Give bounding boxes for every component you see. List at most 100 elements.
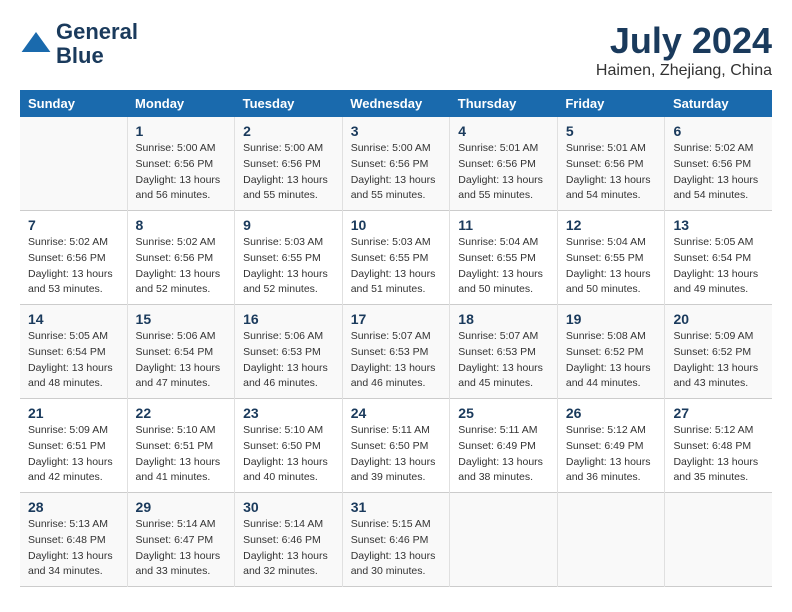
- day-number: 7: [28, 217, 119, 233]
- day-info: Sunrise: 5:04 AMSunset: 6:55 PMDaylight:…: [458, 235, 549, 298]
- logo: General Blue: [20, 20, 138, 68]
- day-info: Sunrise: 5:06 AMSunset: 6:53 PMDaylight:…: [243, 329, 334, 392]
- calendar-cell: 17 Sunrise: 5:07 AMSunset: 6:53 PMDayligh…: [342, 305, 450, 399]
- logo-line1: General: [56, 20, 138, 44]
- calendar-body: 1 Sunrise: 5:00 AMSunset: 6:56 PMDaylight…: [20, 117, 772, 587]
- calendar-cell: 16Sunrise: 5:06 AMSunset: 6:53 PMDayligh…: [235, 305, 343, 399]
- day-info: Sunrise: 5:06 AMSunset: 6:54 PMDaylight:…: [136, 329, 227, 392]
- day-info: Sunrise: 5:07 AMSunset: 6:53 PMDaylight:…: [351, 329, 442, 392]
- calendar-cell: 4 Sunrise: 5:01 AMSunset: 6:56 PMDaylight…: [450, 117, 558, 211]
- day-number: 10: [351, 217, 442, 233]
- day-info: Sunrise: 5:13 AMSunset: 6:48 PMDaylight:…: [28, 517, 119, 580]
- day-number: 1: [136, 123, 227, 139]
- day-number: 24: [351, 405, 442, 421]
- calendar-cell: 21 Sunrise: 5:09 AMSunset: 6:51 PMDayligh…: [20, 399, 127, 493]
- day-number: 12: [566, 217, 657, 233]
- calendar-cell: [665, 493, 772, 587]
- title-block: July 2024 Haimen, Zhejiang, China: [596, 20, 772, 80]
- calendar-cell: 11Sunrise: 5:04 AMSunset: 6:55 PMDayligh…: [450, 211, 558, 305]
- day-number: 17: [351, 311, 442, 327]
- logo-line2: Blue: [56, 44, 138, 68]
- calendar-cell: 3 Sunrise: 5:00 AMSunset: 6:56 PMDaylight…: [342, 117, 450, 211]
- calendar-cell: 8Sunrise: 5:02 AMSunset: 6:56 PMDaylight…: [127, 211, 235, 305]
- header-day: Wednesday: [342, 90, 450, 117]
- header-day: Saturday: [665, 90, 772, 117]
- day-info: Sunrise: 5:01 AMSunset: 6:56 PMDaylight:…: [458, 141, 549, 204]
- day-info: Sunrise: 5:11 AMSunset: 6:50 PMDaylight:…: [351, 423, 442, 486]
- day-info: Sunrise: 5:14 AMSunset: 6:47 PMDaylight:…: [136, 517, 227, 580]
- main-title: July 2024: [596, 20, 772, 62]
- calendar-cell: 6 Sunrise: 5:02 AMSunset: 6:56 PMDaylight…: [665, 117, 772, 211]
- day-number: 18: [458, 311, 549, 327]
- day-number: 30: [243, 499, 334, 515]
- day-number: 13: [673, 217, 764, 233]
- calendar-cell: 29 Sunrise: 5:14 AMSunset: 6:47 PMDayligh…: [127, 493, 235, 587]
- day-info: Sunrise: 5:10 AMSunset: 6:50 PMDaylight:…: [243, 423, 334, 486]
- day-info: Sunrise: 5:00 AMSunset: 6:56 PMDaylight:…: [351, 141, 442, 204]
- calendar-cell: 19Sunrise: 5:08 AMSunset: 6:52 PMDayligh…: [557, 305, 665, 399]
- header-day: Friday: [557, 90, 665, 117]
- calendar-cell: [557, 493, 665, 587]
- day-info: Sunrise: 5:12 AMSunset: 6:48 PMDaylight:…: [673, 423, 764, 486]
- calendar-cell: 13 Sunrise: 5:05 AMSunset: 6:54 PMDayligh…: [665, 211, 772, 305]
- day-number: 5: [566, 123, 657, 139]
- calendar-cell: 15 Sunrise: 5:06 AMSunset: 6:54 PMDayligh…: [127, 305, 235, 399]
- day-number: 25: [458, 405, 549, 421]
- day-number: 6: [673, 123, 764, 139]
- calendar-cell: 7 Sunrise: 5:02 AMSunset: 6:56 PMDaylight…: [20, 211, 127, 305]
- logo-text: General Blue: [56, 20, 138, 68]
- calendar-cell: 10 Sunrise: 5:03 AMSunset: 6:55 PMDayligh…: [342, 211, 450, 305]
- day-info: Sunrise: 5:09 AMSunset: 6:52 PMDaylight:…: [673, 329, 764, 392]
- header-day: Thursday: [450, 90, 558, 117]
- day-info: Sunrise: 5:14 AMSunset: 6:46 PMDaylight:…: [243, 517, 334, 580]
- calendar-week-row: 1 Sunrise: 5:00 AMSunset: 6:56 PMDaylight…: [20, 117, 772, 211]
- day-number: 8: [136, 217, 227, 233]
- calendar-week-row: 21 Sunrise: 5:09 AMSunset: 6:51 PMDayligh…: [20, 399, 772, 493]
- header-row: SundayMondayTuesdayWednesdayThursdayFrid…: [20, 90, 772, 117]
- day-info: Sunrise: 5:01 AMSunset: 6:56 PMDaylight:…: [566, 141, 657, 204]
- day-number: 4: [458, 123, 549, 139]
- calendar-cell: 2Sunrise: 5:00 AMSunset: 6:56 PMDaylight…: [235, 117, 343, 211]
- day-info: Sunrise: 5:00 AMSunset: 6:56 PMDaylight:…: [136, 141, 227, 204]
- day-info: Sunrise: 5:02 AMSunset: 6:56 PMDaylight:…: [28, 235, 119, 298]
- day-info: Sunrise: 5:07 AMSunset: 6:53 PMDaylight:…: [458, 329, 549, 392]
- day-info: Sunrise: 5:12 AMSunset: 6:49 PMDaylight:…: [566, 423, 657, 486]
- day-info: Sunrise: 5:03 AMSunset: 6:55 PMDaylight:…: [243, 235, 334, 298]
- day-info: Sunrise: 5:05 AMSunset: 6:54 PMDaylight:…: [673, 235, 764, 298]
- calendar-week-row: 14 Sunrise: 5:05 AMSunset: 6:54 PMDayligh…: [20, 305, 772, 399]
- calendar-cell: 30 Sunrise: 5:14 AMSunset: 6:46 PMDayligh…: [235, 493, 343, 587]
- day-number: 29: [136, 499, 227, 515]
- day-info: Sunrise: 5:08 AMSunset: 6:52 PMDaylight:…: [566, 329, 657, 392]
- day-number: 27: [673, 405, 764, 421]
- day-number: 2: [243, 123, 334, 139]
- day-number: 3: [351, 123, 442, 139]
- calendar-cell: [20, 117, 127, 211]
- calendar-cell: 5 Sunrise: 5:01 AMSunset: 6:56 PMDaylight…: [557, 117, 665, 211]
- calendar-cell: 20 Sunrise: 5:09 AMSunset: 6:52 PMDayligh…: [665, 305, 772, 399]
- calendar-cell: 24 Sunrise: 5:11 AMSunset: 6:50 PMDayligh…: [342, 399, 450, 493]
- day-number: 20: [673, 311, 764, 327]
- day-number: 15: [136, 311, 227, 327]
- calendar-cell: 9Sunrise: 5:03 AMSunset: 6:55 PMDaylight…: [235, 211, 343, 305]
- calendar-cell: 25 Sunrise: 5:11 AMSunset: 6:49 PMDayligh…: [450, 399, 558, 493]
- day-number: 31: [351, 499, 442, 515]
- day-info: Sunrise: 5:03 AMSunset: 6:55 PMDaylight:…: [351, 235, 442, 298]
- day-info: Sunrise: 5:15 AMSunset: 6:46 PMDaylight:…: [351, 517, 442, 580]
- day-number: 28: [28, 499, 119, 515]
- calendar-cell: 12Sunrise: 5:04 AMSunset: 6:55 PMDayligh…: [557, 211, 665, 305]
- calendar-cell: 26 Sunrise: 5:12 AMSunset: 6:49 PMDayligh…: [557, 399, 665, 493]
- header-day: Monday: [127, 90, 235, 117]
- calendar-cell: 22Sunrise: 5:10 AMSunset: 6:51 PMDayligh…: [127, 399, 235, 493]
- day-info: Sunrise: 5:09 AMSunset: 6:51 PMDaylight:…: [28, 423, 119, 486]
- day-number: 14: [28, 311, 119, 327]
- header-day: Tuesday: [235, 90, 343, 117]
- calendar-cell: 28 Sunrise: 5:13 AMSunset: 6:48 PMDayligh…: [20, 493, 127, 587]
- day-info: Sunrise: 5:11 AMSunset: 6:49 PMDaylight:…: [458, 423, 549, 486]
- calendar-week-row: 28 Sunrise: 5:13 AMSunset: 6:48 PMDayligh…: [20, 493, 772, 587]
- day-info: Sunrise: 5:05 AMSunset: 6:54 PMDaylight:…: [28, 329, 119, 392]
- calendar-cell: 31 Sunrise: 5:15 AMSunset: 6:46 PMDayligh…: [342, 493, 450, 587]
- day-number: 21: [28, 405, 119, 421]
- day-info: Sunrise: 5:02 AMSunset: 6:56 PMDaylight:…: [673, 141, 764, 204]
- day-number: 26: [566, 405, 657, 421]
- calendar-cell: 23Sunrise: 5:10 AMSunset: 6:50 PMDayligh…: [235, 399, 343, 493]
